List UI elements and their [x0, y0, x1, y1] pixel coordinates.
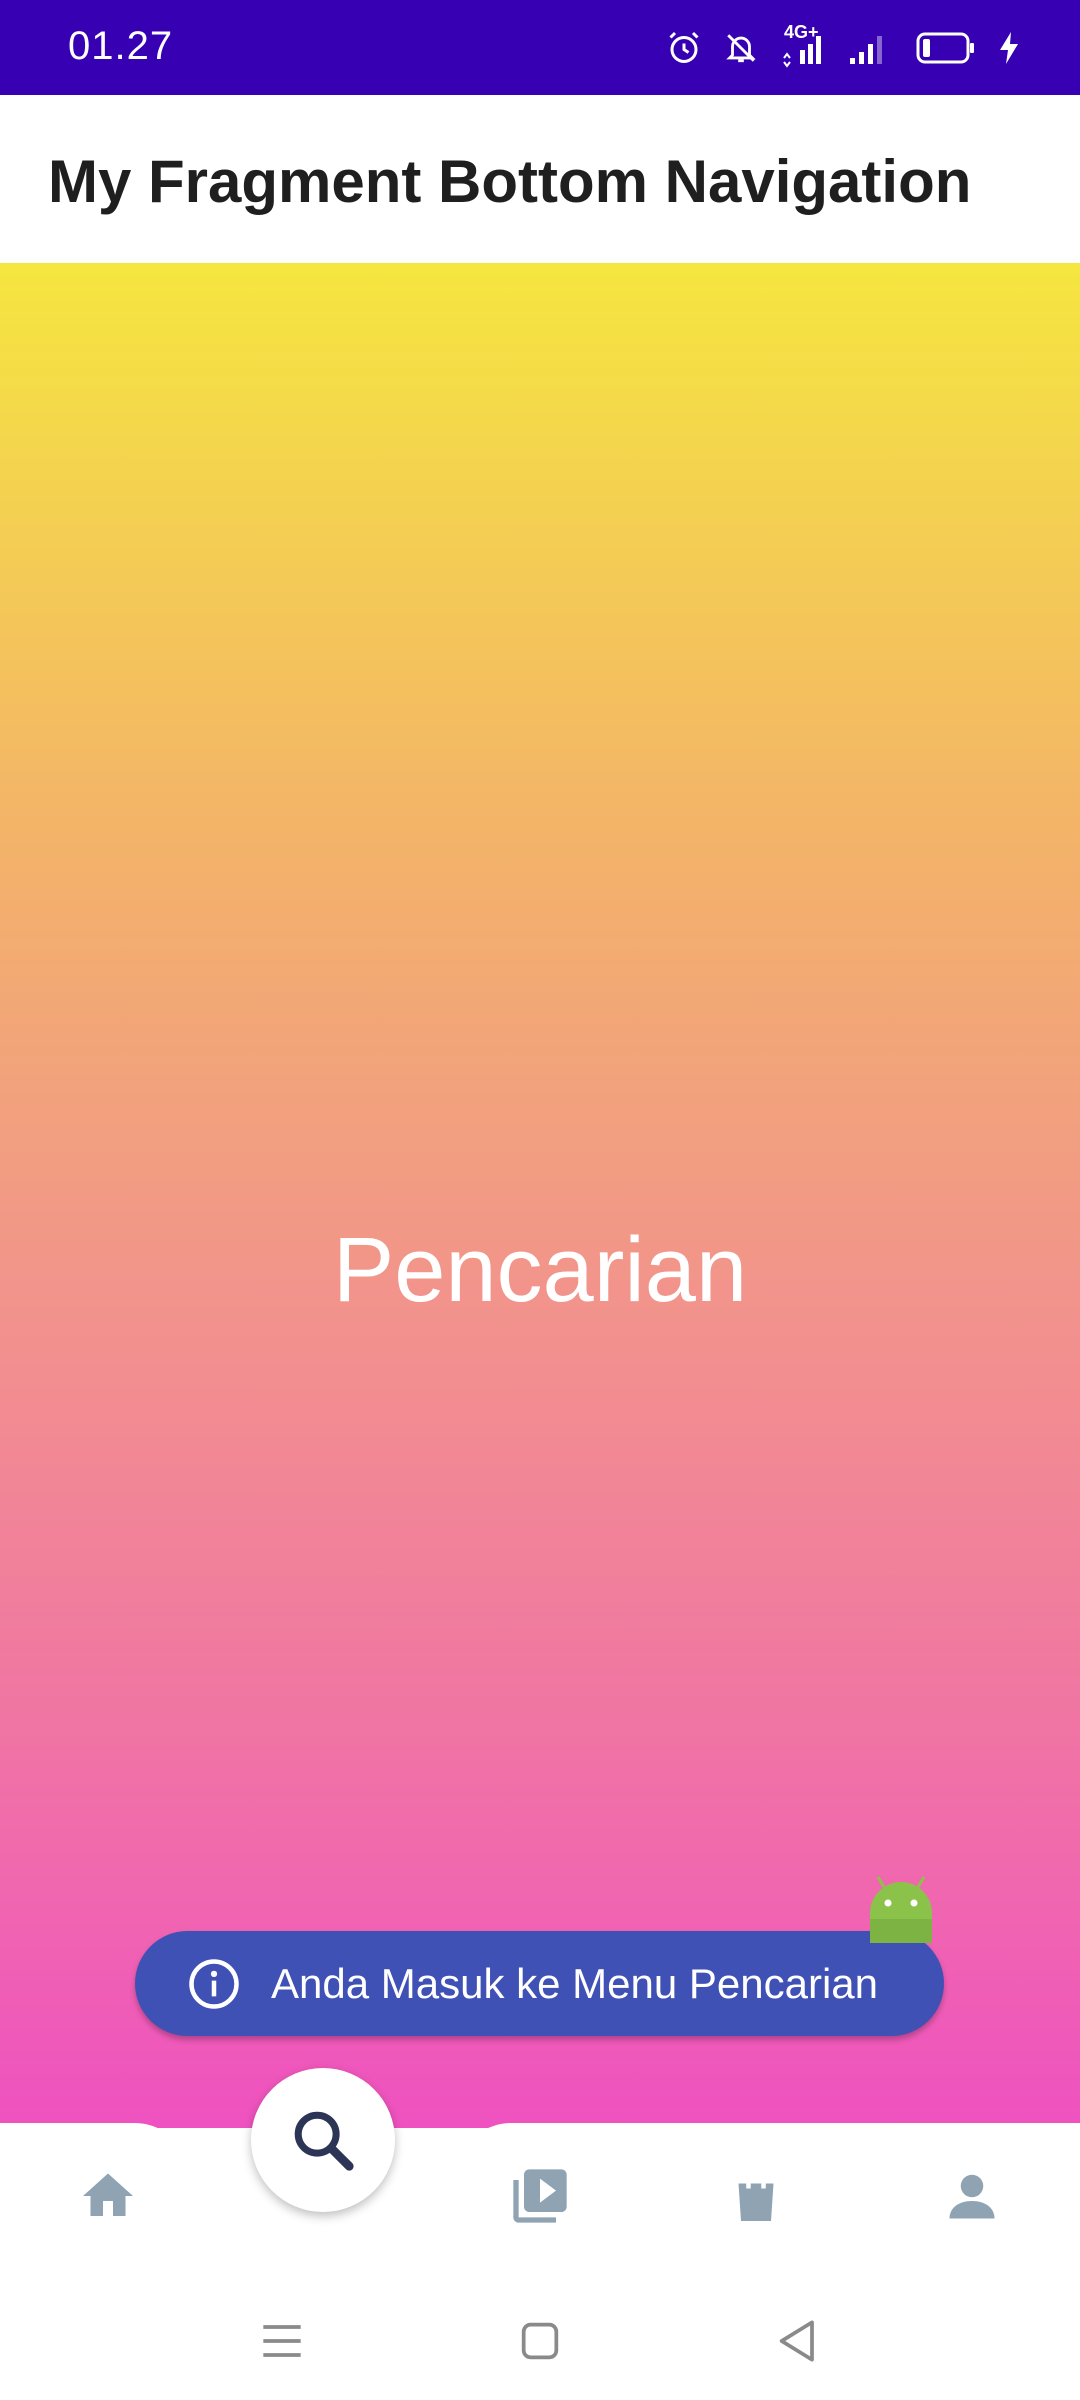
home-icon: [83, 2173, 133, 2216]
android-icon: [870, 1876, 932, 1943]
nav-item-search[interactable]: [251, 2068, 395, 2212]
menu-icon[interactable]: [254, 2313, 310, 2369]
status-time: 01.27: [68, 24, 174, 68]
battery-icon: [916, 31, 976, 65]
status-icons: 4G+: [666, 22, 1020, 74]
page-title: My Fragment Bottom Navigation: [48, 148, 972, 215]
nav-item-video[interactable]: [508, 2164, 572, 2228]
system-navigation-bar: [0, 2283, 1080, 2400]
nav-item-shop[interactable]: [724, 2164, 788, 2228]
toast-message: Anda Masuk ke Menu Pencarian: [135, 1931, 944, 2036]
person-icon: [949, 2174, 995, 2219]
app-bar: My Fragment Bottom Navigation: [0, 95, 1080, 263]
nav-item-profile[interactable]: [940, 2164, 1004, 2228]
nav-item-home[interactable]: [76, 2164, 140, 2228]
shopping-bag-icon: [738, 2171, 774, 2221]
fragment-label: Pencarian: [332, 1219, 748, 1321]
search-icon: [294, 2111, 354, 2171]
signal-icon: [848, 28, 894, 68]
toast-text: Anda Masuk ke Menu Pencarian: [271, 1959, 879, 2007]
signal-4g-icon: 4G+: [780, 22, 826, 68]
alarm-icon: [666, 30, 702, 66]
status-bar: 01.27 4G+: [0, 0, 1080, 95]
home-square-icon[interactable]: [512, 2313, 568, 2369]
info-icon: [189, 1958, 239, 2009]
network-type-label: 4G+: [784, 22, 819, 42]
fragment-content: Pencarian: [0, 263, 1080, 2128]
charging-icon: [998, 30, 1020, 66]
notifications-off-icon: [724, 31, 758, 65]
video-library-icon: [513, 2169, 567, 2223]
back-icon[interactable]: [770, 2313, 826, 2369]
